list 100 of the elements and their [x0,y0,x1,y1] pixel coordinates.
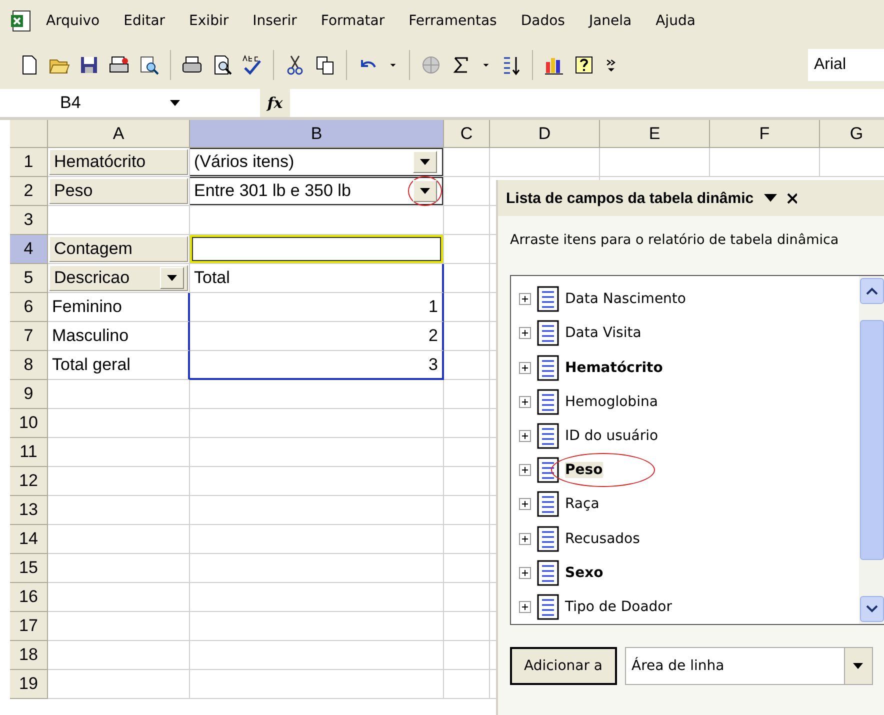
selected-cell[interactable] [190,235,443,263]
scroll-thumb[interactable] [860,320,884,560]
expand-icon[interactable] [519,566,531,579]
name-box[interactable]: B4 [0,88,160,116]
row-header[interactable]: 4 [10,235,48,264]
table-cell-text: Feminino [51,297,123,317]
row-header[interactable]: 3 [10,206,48,235]
menu-item[interactable]: Formatar [308,9,397,33]
field-item[interactable]: Hematócrito [565,360,663,376]
field-icon [537,354,559,380]
menu-item[interactable]: Ajuda [644,9,708,33]
row-header[interactable]: 10 [10,409,48,438]
help-icon[interactable] [573,54,595,76]
add-to-button[interactable]: Adicionar a [510,647,616,685]
column-header[interactable]: D [490,120,600,148]
row-header[interactable]: 15 [10,554,48,583]
expand-icon[interactable] [519,396,531,408]
dropdown-arrow-icon [764,194,777,202]
field-item[interactable]: Data Visita [565,325,642,342]
row-header[interactable]: 19 [10,670,48,699]
area-select[interactable]: Área de linha [624,647,872,685]
column-header[interactable]: C [444,120,490,148]
close-icon[interactable] [786,192,797,204]
scroll-up-button[interactable] [860,278,884,304]
scroll-down-button[interactable] [860,596,884,622]
column-header[interactable]: G [820,120,884,148]
menu-item[interactable]: Editar [112,9,178,33]
column-header[interactable]: F [710,120,820,148]
expand-icon[interactable] [519,327,531,340]
expand-icon[interactable] [519,532,531,545]
save-icon[interactable] [78,54,100,76]
row-header[interactable]: 6 [10,293,48,322]
row-header[interactable]: 13 [10,496,48,525]
field-item[interactable]: Data Nascimento [565,291,686,308]
table-cell-text: Total geral [51,355,132,375]
row-header[interactable]: 18 [10,641,48,670]
row-header[interactable]: 17 [10,612,48,641]
pivot-field-button[interactable]: Contagem [49,236,188,262]
row-header[interactable]: 7 [10,322,48,351]
table-cell-text: 2 [428,326,439,346]
field-item[interactable]: Tipo de Doador [565,598,672,615]
row-header[interactable]: 14 [10,525,48,554]
table-cell-text: Masculino [51,326,130,346]
row-header[interactable]: 8 [10,351,48,380]
field-item[interactable]: Recusados [565,530,640,547]
menu-item[interactable]: Janela [576,9,644,33]
field-item[interactable]: Raça [565,496,600,512]
row-header[interactable]: 12 [10,467,48,496]
field-item[interactable]: Peso [565,462,603,478]
field-item[interactable]: ID do usuário [565,428,658,444]
panel-description: Arraste itens para o relatório de tabela dinâmica [510,231,840,250]
expand-icon[interactable] [519,600,531,613]
menu-item[interactable]: Ferramentas [396,9,509,33]
menu-item[interactable]: Inserir [240,9,309,33]
field-item[interactable]: Hemoglobina [565,394,658,410]
function-label[interactable]: fx [260,94,290,112]
pivot-field-button[interactable]: Descricao [49,265,188,291]
field-item[interactable]: Sexo [565,564,604,581]
column-header[interactable]: E [600,120,710,148]
row-header[interactable]: 2 [10,177,48,206]
expand-icon[interactable] [519,430,531,442]
panel-title: Lista de campos da tabela dinâmic [506,190,754,206]
table-cell-text: Entre 301 lb e 350 lb [193,181,352,201]
menu-item[interactable]: Arquivo [32,9,112,33]
row-header[interactable]: 16 [10,583,48,612]
menu-item[interactable]: Exibir [177,9,241,33]
dropdown-button[interactable] [413,151,437,173]
column-header[interactable]: A [48,120,190,148]
caret-icon [170,100,180,106]
formula-input[interactable] [290,88,884,116]
row-header[interactable]: 9 [10,380,48,409]
copy-icon[interactable] [314,54,336,76]
table-cell-text: Total [193,268,231,288]
spell-check-icon[interactable] [241,54,263,76]
pivot-field-button[interactable]: Hematócrito [49,149,188,175]
chevron-down-icon [866,605,878,613]
field-icon [537,491,559,518]
row-header[interactable]: 5 [10,264,48,293]
scrollbar[interactable] [859,276,884,624]
dropdown-arrow-icon [853,663,863,669]
column-header[interactable]: B [190,120,444,148]
row-header[interactable]: 1 [10,148,48,177]
expand-icon[interactable] [519,362,531,374]
table-cell-text: 3 [428,354,439,374]
dropdown-button[interactable] [413,180,437,202]
field-icon [537,320,559,346]
font-field[interactable]: Arial [808,49,884,81]
expand-icon[interactable] [519,293,531,306]
expand-icon[interactable] [519,464,531,476]
table-cell-text: 1 [428,297,439,317]
field-icon [537,422,559,449]
spreadsheet-logo-icon[interactable] [10,10,32,32]
pivot-field-button[interactable]: Peso [49,178,188,204]
field-icon [537,560,559,586]
research-icon[interactable] [138,54,160,76]
row-header[interactable]: 11 [10,438,48,467]
menu-item[interactable]: Dados [508,9,577,33]
expand-icon[interactable] [519,498,531,510]
field-icon [537,594,559,620]
chevron-up-icon [866,287,878,295]
